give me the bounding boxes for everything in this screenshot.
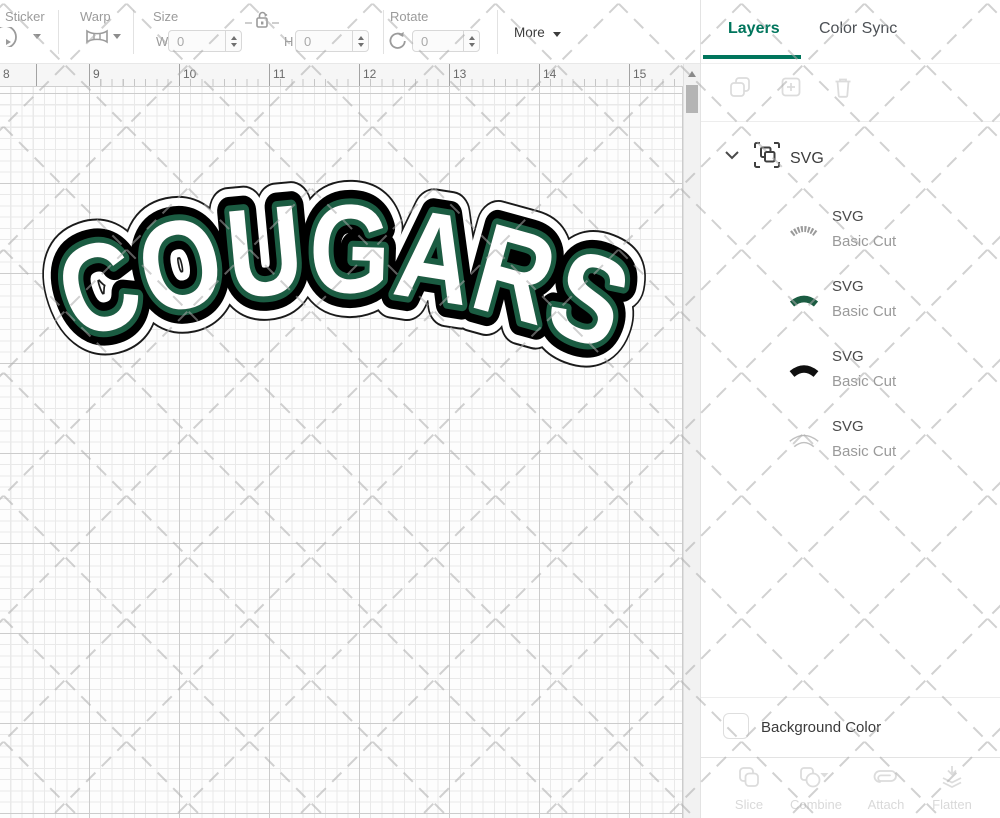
slice-icon	[739, 767, 759, 787]
layers-panel: Layers Color Sync SVG SVG Basic Cut SVG …	[700, 0, 1000, 818]
height-label: H	[284, 34, 294, 49]
warp-section-label: Warp	[80, 9, 111, 24]
logo-white-letters: COUGARS	[40, 177, 648, 377]
warp-icon[interactable]	[85, 27, 109, 45]
layer-thumbnail-text-arc	[790, 226, 818, 237]
attach-icon	[873, 770, 897, 783]
slice-label: Slice	[734, 797, 764, 812]
layer-title: SVG	[832, 418, 864, 435]
layer-actions-bar: Slice Combine Attach Flatten	[701, 758, 1000, 818]
height-input[interactable]: 0	[295, 30, 369, 52]
top-toolbar: Sticker Warp Size W 0 H 0 Rotate 0 More	[0, 0, 700, 64]
height-stepper[interactable]	[352, 31, 368, 51]
slice-button[interactable]: Slice	[714, 765, 784, 812]
ruler-number: 10	[183, 67, 197, 81]
rotate-icon[interactable]	[387, 30, 407, 50]
more-button[interactable]: More	[514, 25, 561, 40]
layer-subtitle: Basic Cut	[832, 303, 897, 320]
sticker-section-label: Sticker	[5, 9, 45, 24]
layer-thumbnail-white-arc	[789, 434, 819, 448]
flatten-button[interactable]: Flatten	[917, 765, 987, 812]
more-label: More	[514, 25, 545, 40]
flatten-icon	[942, 766, 962, 789]
rotate-value: 0	[421, 33, 429, 49]
width-input[interactable]: 0	[168, 30, 242, 52]
toolbar-separator	[497, 10, 498, 54]
width-label: W	[156, 34, 169, 49]
attach-button[interactable]: Attach	[851, 765, 921, 812]
flatten-label: Flatten	[932, 797, 972, 812]
ruler-number: 14	[543, 67, 557, 81]
rotate-stepper[interactable]	[463, 31, 479, 51]
dimension-unlock-icon[interactable]	[243, 10, 281, 30]
combine-icon	[800, 767, 829, 788]
width-stepper[interactable]	[225, 31, 241, 51]
combine-label: Combine	[789, 797, 843, 812]
ruler-number: 11	[273, 67, 286, 81]
delete-layer-icon[interactable]	[832, 76, 854, 98]
layer-title: SVG	[832, 348, 864, 365]
contour-button-clipped[interactable]: C	[983, 765, 1000, 812]
layer-subtitle: Basic Cut	[832, 373, 897, 390]
toolbar-separator	[133, 10, 134, 54]
design-canvas[interactable]: COUGARS COUGARS COUGARS COUGARS COUGARS	[0, 87, 683, 818]
warp-caret-icon[interactable]	[113, 34, 121, 39]
tab-color-sync[interactable]: Color Sync	[819, 20, 897, 38]
active-tab-underline	[703, 55, 801, 59]
scrollbar-thumb[interactable]	[686, 85, 698, 113]
panel-divider	[701, 121, 1000, 122]
rotate-input[interactable]: 0	[412, 30, 480, 52]
toolbar-separator	[58, 10, 59, 54]
more-caret-icon	[552, 32, 561, 37]
canvas-vertical-scrollbar[interactable]	[683, 64, 700, 818]
ruler-number: 12	[363, 67, 377, 81]
background-color-swatch[interactable]	[723, 713, 749, 739]
ruler-number: 9	[93, 67, 100, 81]
horizontal-ruler: 8 9 10 11 12 13 14 15	[0, 64, 683, 87]
layer-subtitle: Basic Cut	[832, 443, 897, 460]
group-select-icon	[754, 142, 780, 168]
layer-title: SVG	[832, 278, 864, 295]
attach-label: Attach	[867, 797, 905, 812]
tab-layers[interactable]: Layers	[728, 20, 780, 38]
collapse-chevron-icon[interactable]	[724, 149, 740, 161]
layer-thumbnail-black-arc	[789, 365, 819, 378]
sticker-style-icon[interactable]	[0, 27, 24, 47]
scroll-up-arrow-icon[interactable]	[688, 71, 696, 77]
background-color-row[interactable]: Background Color	[701, 698, 1000, 757]
layer-row[interactable]: SVG Basic Cut	[701, 406, 1000, 472]
rotate-section-label: Rotate	[390, 9, 429, 24]
layer-row[interactable]: SVG Basic Cut	[701, 336, 1000, 402]
layer-title: SVG	[832, 208, 864, 225]
height-value: 0	[304, 33, 312, 49]
layer-group-row[interactable]: SVG	[701, 138, 1000, 182]
cougars-arched-logo[interactable]: COUGARS COUGARS COUGARS COUGARS COUGARS	[0, 87, 683, 818]
group-label: SVG	[790, 150, 824, 167]
ruler-number: 15	[633, 67, 647, 81]
toolbar-separator	[383, 10, 384, 54]
size-section-label: Size	[153, 9, 179, 24]
background-color-label: Background Color	[761, 719, 882, 736]
contour-label: C	[983, 797, 1000, 812]
layer-subtitle: Basic Cut	[832, 233, 897, 250]
duplicate-layer-icon[interactable]	[729, 76, 751, 98]
width-value: 0	[177, 33, 185, 49]
sticker-caret-icon[interactable]	[33, 34, 41, 39]
layer-row[interactable]: SVG Basic Cut	[701, 266, 1000, 332]
ruler-number: 8	[3, 67, 10, 81]
layer-row[interactable]: SVG Basic Cut	[701, 196, 1000, 262]
combine-button[interactable]: Combine	[781, 765, 851, 812]
ruler-number: 13	[453, 67, 467, 81]
panel-tabs: Layers Color Sync	[701, 0, 1000, 64]
layer-thumbnail-green-arc	[789, 295, 819, 307]
add-layer-icon[interactable]	[780, 76, 802, 98]
